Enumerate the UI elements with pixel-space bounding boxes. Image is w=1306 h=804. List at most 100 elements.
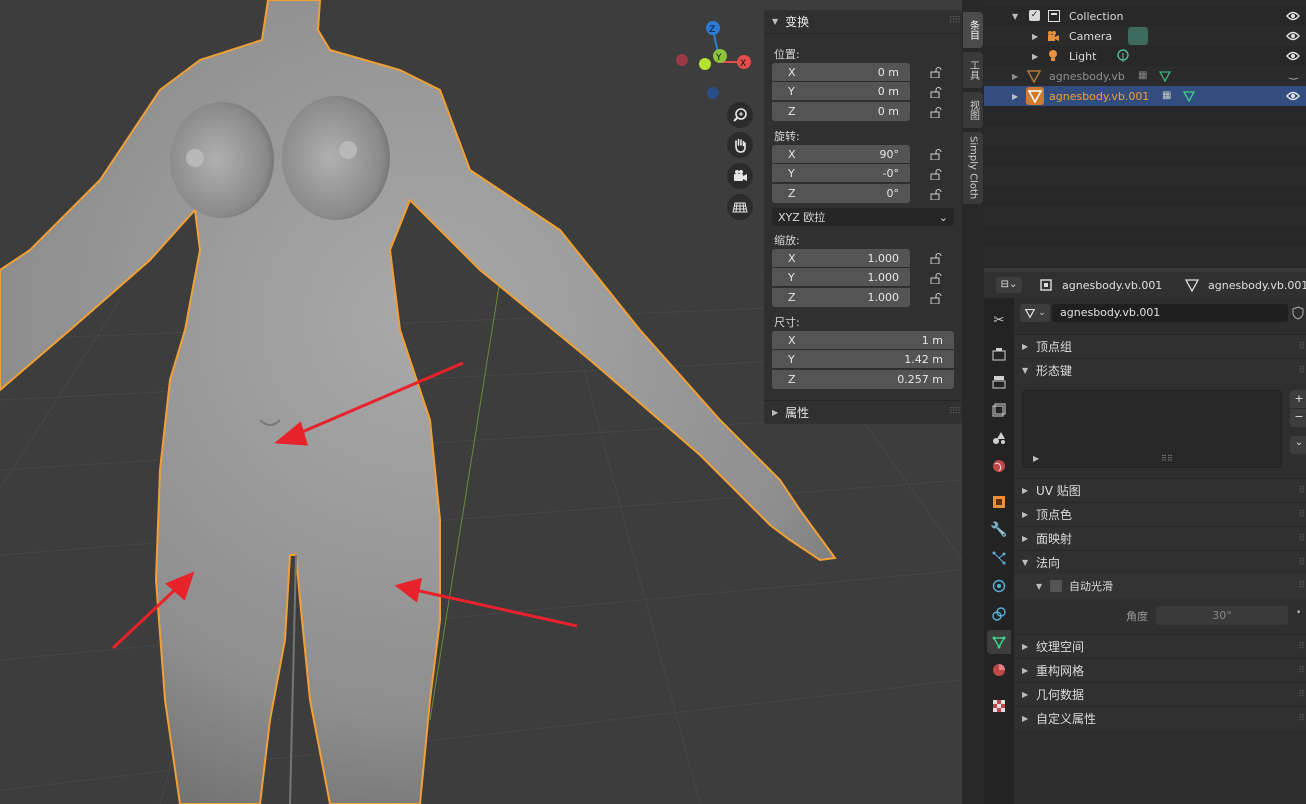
scale-y-field[interactable]: Y 1.000 [772,268,910,287]
expand-triangle-icon[interactable]: ▶ [1032,52,1038,61]
expand-triangle-icon[interactable]: ▶ [1032,32,1038,41]
properties-panel-header[interactable]: ▶ 属性 ⠿⠿ [764,400,962,424]
panel-remesh[interactable]: ▶ 重构网格 ⠿ [1014,658,1306,682]
lock-icon[interactable] [930,149,942,160]
drag-grip-icon[interactable]: ⠿⠿ [949,16,961,26]
modifier-tab-icon[interactable]: 🔧 [987,518,1011,542]
rotation-z-field[interactable]: Z 0° [772,184,910,203]
output-tab-icon[interactable] [987,370,1011,394]
editor-type-icon[interactable]: ⊟⌄ [996,277,1022,293]
constraints-tab-icon[interactable] [987,602,1011,626]
lock-icon[interactable] [930,107,942,118]
rotation-y-field[interactable]: Y -0° [772,164,910,183]
dimensions-z-field[interactable]: Z 0.257 m [772,370,954,389]
tab-view[interactable]: 视图 [963,92,983,128]
panel-custom-properties[interactable]: ▶ 自定义属性 ⠿ [1014,706,1306,730]
modifier-icon[interactable]: ▦ [1138,70,1147,81]
particles-tab-icon[interactable] [987,546,1011,570]
drag-grip-icon[interactable]: ⠿ [1298,690,1305,700]
physics-tab-icon[interactable] [987,574,1011,598]
outliner-row-camera[interactable]: ▶ Camera [984,26,1306,46]
grid-icon[interactable] [727,194,753,220]
tab-tool[interactable]: 工具 [963,52,983,88]
panel-face-maps[interactable]: ▶ 面映射 ⠿ [1014,526,1306,550]
mesh-data-tab-icon[interactable] [987,630,1011,654]
drag-grip-icon[interactable]: ⠿ [1298,366,1305,376]
fake-user-shield-icon[interactable] [1292,306,1304,320]
location-x-field[interactable]: X 0 m [772,63,910,82]
drag-grip-icon[interactable]: ⠿ [1298,558,1305,568]
drag-grip-icon[interactable]: ⠿ [1298,534,1305,544]
lock-icon[interactable] [930,253,942,264]
dimensions-x-field[interactable]: X 1 m [772,331,954,350]
modifier-icon[interactable]: ▦ [1162,90,1171,101]
header-mesh-name[interactable]: agnesbody.vb.001 [1208,279,1306,292]
drag-grip-icon[interactable]: ⠿ [1298,714,1305,724]
panel-shape-keys[interactable]: ▼ 形态键 ⠿ [1014,358,1306,382]
panel-texture-space[interactable]: ▶ 纹理空间 ⠿ [1014,634,1306,658]
resize-grip-icon[interactable]: ⠿⠿ [1161,454,1173,463]
material-tab-icon[interactable] [987,658,1011,682]
location-y-field[interactable]: Y 0 m [772,82,910,101]
drag-grip-icon[interactable]: ⠿⠿ [949,407,961,417]
tab-item[interactable]: 条目 [963,12,983,48]
drag-grip-icon[interactable]: ⠿ [1298,486,1305,496]
shape-keys-list[interactable]: ▶ ⠿⠿ [1022,390,1282,468]
eye-icon[interactable] [1286,50,1300,62]
mesh-browse-button[interactable]: ⌄ [1020,304,1050,322]
location-z-field[interactable]: Z 0 m [772,102,910,121]
scale-x-field[interactable]: X 1.000 [772,249,910,268]
panel-vertex-colors[interactable]: ▶ 顶点色 ⠿ [1014,502,1306,526]
expand-triangle-icon[interactable]: ▼ [1012,12,1018,21]
expand-triangle-icon[interactable]: ▶ [1012,92,1018,101]
outliner-row-light[interactable]: ▶ Light [984,46,1306,66]
keyframe-dot-icon[interactable]: • [1296,608,1301,618]
lock-icon[interactable] [930,189,942,200]
expand-triangle-icon[interactable]: ▶ [1033,454,1039,463]
auto-smooth-subpanel[interactable]: ▼ 自动光滑 ⠿ [1014,574,1306,598]
rotation-mode-select[interactable]: XYZ 欧拉 ⌄ [772,208,954,226]
camera-data-icon[interactable] [1128,27,1148,45]
mesh-data-icon[interactable] [1158,69,1172,83]
tab-simply-cloth[interactable]: Simply Cloth [963,132,983,204]
panel-uv-maps[interactable]: ▶ UV 贴图 ⠿ [1014,478,1306,502]
panel-normals[interactable]: ▼ 法向 ⠿ [1014,550,1306,574]
world-tab-icon[interactable] [987,454,1011,478]
remove-shape-key-button[interactable]: − [1290,409,1306,427]
expand-triangle-icon[interactable]: ▶ [1012,72,1018,81]
texture-tab-icon[interactable] [987,694,1011,718]
3d-viewport[interactable]: Z X Y ▼ 变换 ⠿⠿ 位置: X0 m Y0 m Z0 m 旋转: X90… [0,0,962,804]
panel-vertex-groups[interactable]: ▶ 顶点组 ⠿ [1014,334,1306,358]
tool-tab-icon[interactable]: ✂ [987,308,1011,332]
outliner-row-agnesbody-001[interactable]: ▶ agnesbody.vb.001 ▦ [984,86,1306,106]
zoom-icon[interactable] [727,102,753,128]
panel-geometry-data[interactable]: ▶ 几何数据 ⠿ [1014,682,1306,706]
eye-icon[interactable] [1286,10,1300,22]
drag-grip-icon[interactable]: ⠿ [1298,642,1305,652]
rotation-x-field[interactable]: X 90° [772,145,910,164]
drag-grip-icon[interactable]: ⠿ [1298,510,1305,520]
collapse-triangle-icon[interactable]: ▼ [1036,582,1042,591]
mesh-name-field[interactable]: agnesbody.vb.001 [1052,304,1288,322]
scale-z-field[interactable]: Z 1.000 [772,288,910,307]
angle-field[interactable]: 30° [1156,606,1288,625]
lock-icon[interactable] [930,169,942,180]
hand-pan-icon[interactable] [727,132,753,158]
outliner-row-agnesbody[interactable]: ▶ agnesbody.vb ▦ ‿ [984,66,1306,86]
render-tab-icon[interactable] [987,342,1011,366]
light-data-icon[interactable] [1116,49,1130,63]
lock-icon[interactable] [930,67,942,78]
lock-icon[interactable] [930,293,942,304]
eye-icon[interactable] [1286,90,1300,102]
lock-icon[interactable] [930,87,942,98]
camera-icon[interactable] [727,163,753,189]
outliner-row-collection[interactable]: ▼ ✓ Collection [984,6,1306,26]
mesh-data-icon[interactable] [1182,89,1196,103]
lock-icon[interactable] [930,273,942,284]
header-object-name[interactable]: agnesbody.vb.001 [1062,279,1162,292]
auto-smooth-checkbox[interactable] [1050,580,1062,592]
shape-key-menu-button[interactable]: ⌄ [1290,436,1306,454]
checkbox-checked-icon[interactable]: ✓ [1029,10,1040,21]
eye-icon[interactable] [1286,30,1300,42]
object-tab-icon[interactable] [987,490,1011,514]
